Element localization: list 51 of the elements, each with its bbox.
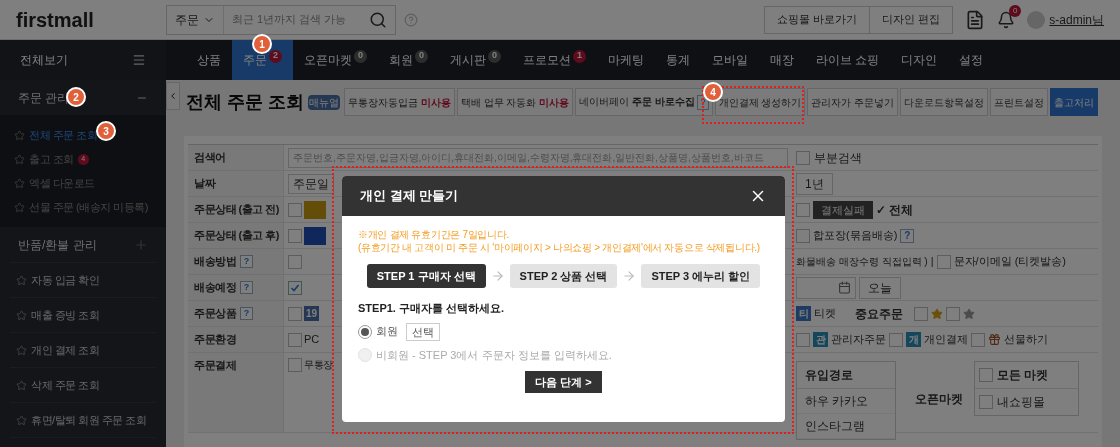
row-label: 주문상품 bbox=[194, 306, 236, 322]
count-badge: 1 bbox=[573, 49, 586, 63]
checkbox-label: 부분검색 bbox=[814, 149, 862, 167]
tag-icon: 관 bbox=[813, 332, 828, 347]
row-label: 주문상태 (출고 후) bbox=[194, 228, 279, 244]
row-label: 주문상태 (출고 전) bbox=[194, 202, 279, 218]
option-text: 관리자주문 bbox=[831, 332, 886, 348]
sidebar-link-label: 자동 입금 확인 bbox=[31, 272, 100, 288]
page-title: 전체 주문 조회 bbox=[186, 90, 304, 114]
option-text: 선물하기 bbox=[1004, 332, 1048, 348]
status-chip: 결제실패 bbox=[813, 200, 873, 219]
option-text: ✓ 전체 bbox=[876, 201, 914, 219]
sidebar-item-label: 전체 주문 조회 bbox=[29, 127, 98, 143]
count-badge: 2 bbox=[269, 49, 282, 63]
option-text: PC bbox=[304, 332, 320, 348]
step-heading: STEP1. 구매자를 선택하세요. bbox=[358, 301, 506, 316]
radio-label: 비회원 - STEP 3에서 주문자 정보를 입력하세요. bbox=[376, 347, 612, 363]
all-menu-label: 전체보기 bbox=[20, 52, 68, 69]
option-text: 개인결제 bbox=[924, 332, 968, 348]
modal-title: 개인 결제 만들기 bbox=[360, 187, 459, 206]
count-badge: 0 bbox=[354, 49, 367, 63]
field-label: 오픈마켓 bbox=[915, 390, 963, 408]
market-label: 모든 마켓 bbox=[997, 367, 1049, 384]
row-label: 날짜 bbox=[194, 176, 215, 192]
tag-icon: 개 bbox=[906, 332, 921, 347]
option-text: 티켓 bbox=[814, 306, 836, 322]
option-text: 합포장(묶음배송) bbox=[813, 228, 898, 244]
sidebar-link-label: 매출 증빙 조회 bbox=[31, 307, 100, 323]
option-text: 무통장 bbox=[304, 358, 333, 372]
option-text: | bbox=[930, 254, 934, 270]
notification-badge: 0 bbox=[1009, 4, 1022, 17]
row-label: 검색어 bbox=[194, 150, 226, 166]
radio-label: 회원 bbox=[376, 324, 398, 340]
option-text: 화물배송 매장수령 직접입력 ) bbox=[796, 255, 928, 269]
row-label: 주문결제 bbox=[194, 358, 236, 373]
sidebar-link-label: 개인 결제 조회 bbox=[31, 342, 100, 358]
row-label: 주문환경 bbox=[194, 332, 236, 348]
market-label: 내쇼핑몰 bbox=[997, 394, 1045, 411]
notice-text: (유효기간 내 고객이 미 주문 시 '마이페이지 > 나의쇼핑 > 개인결제'에서 자동으로 삭제됩니다.) bbox=[358, 241, 761, 254]
option-text: 문자/이메일 (티켓발송) bbox=[953, 254, 1066, 270]
row-label: 배송방법 bbox=[194, 254, 236, 270]
tag-icon: 티 bbox=[796, 306, 811, 321]
row-label: 배송예정 bbox=[194, 280, 236, 296]
sidebar-link-label: 삭제 주문 조회 bbox=[31, 377, 100, 393]
count-badge: 0 bbox=[488, 49, 501, 63]
notice-text: ※개인 결제 유효기간은 7일입니다. bbox=[358, 228, 510, 241]
count-badge: 0 bbox=[415, 49, 428, 63]
sidebar-link-label: 휴면/탈퇴 회원 주문 조회 bbox=[31, 412, 147, 428]
list-header: 유입경로 bbox=[797, 362, 895, 389]
tag-icon: 19 bbox=[304, 306, 319, 321]
field-label: 중요주문 bbox=[855, 305, 903, 323]
